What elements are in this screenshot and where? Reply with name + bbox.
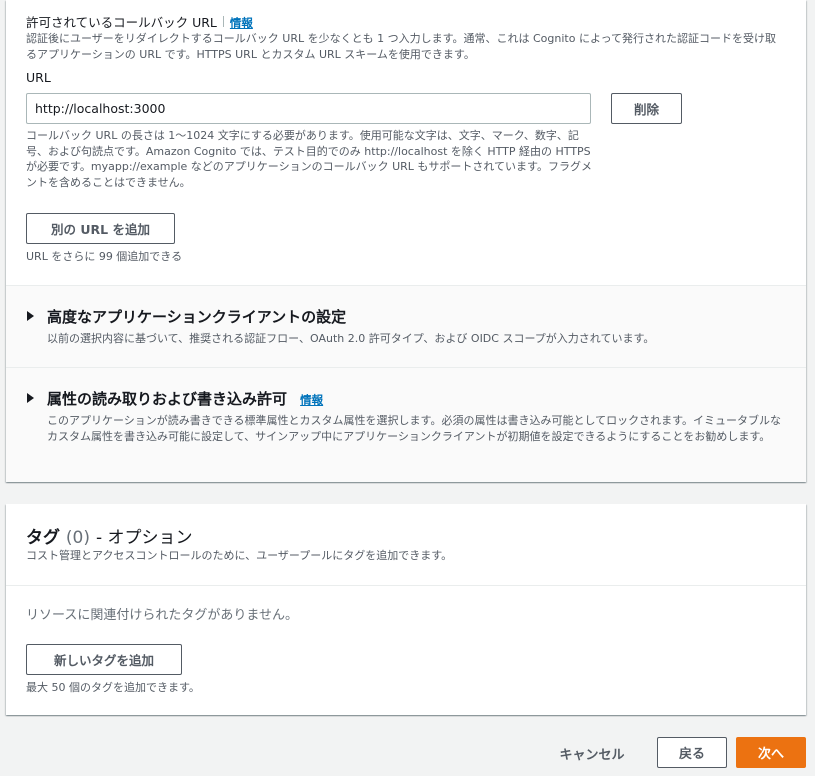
callback-url-constraint: コールバック URL の長さは 1～1024 文字にする必要があります。使用可能… [26, 129, 592, 189]
attribute-info-link[interactable]: 情報 [300, 393, 323, 407]
tags-heading: タグ (0) - オプション [26, 523, 192, 548]
cancel-button[interactable]: キャンセル [550, 742, 634, 764]
tags-count: (0) [65, 528, 91, 548]
advanced-settings-toggle[interactable]: 高度なアプリケーションクライアントの設定 [47, 306, 346, 327]
advanced-settings-description: 以前の選択内容に基づいて、推奨される認証フロー、OAuth 2.0 許可タイプ、… [47, 332, 655, 345]
tags-title: タグ [26, 528, 60, 548]
tags-description: コスト管理とアクセスコントロールのために、ユーザープールにタグを追加できます。 [26, 549, 453, 562]
tags-card: タグ (0) - オプション コスト管理とアクセスコントロールのために、ユーザー… [6, 504, 806, 715]
callback-url-input[interactable] [26, 93, 591, 124]
expand-caret-icon[interactable] [27, 311, 34, 321]
tags-optional: - オプション [95, 528, 193, 548]
add-url-button[interactable]: 別の URL を追加 [26, 213, 175, 244]
callback-url-title: 許可されているコールバック URL [26, 15, 217, 30]
tags-limit-note: 最大 50 個のタグを追加できます。 [26, 681, 200, 694]
attribute-permissions-toggle[interactable]: 属性の読み取りおよび書き込み許可 [47, 390, 287, 408]
next-button[interactable]: 次へ [736, 737, 806, 768]
callback-url-description: 認証後にユーザーをリダイレクトするコールバック URL を少なくとも 1 つ入力… [26, 32, 777, 61]
app-client-settings-card: 許可されているコールバック URL 情報 認証後にユーザーをリダイレクトするコール… [6, 0, 806, 482]
divider [6, 585, 806, 586]
header-divider [222, 16, 224, 27]
remaining-url-count: URL をさらに 99 個追加できる [26, 250, 183, 263]
attribute-permissions-description: このアプリケーションが読み書きできる標準属性とカスタム属性を選択します。必須の属… [47, 414, 782, 443]
add-tag-button[interactable]: 新しいタグを追加 [26, 644, 182, 675]
callback-url-header: 許可されているコールバック URL 情報 [26, 12, 253, 31]
tags-empty-message: リソースに関連付けられたタグがありません。 [26, 608, 298, 623]
url-field-label: URL [26, 70, 51, 85]
expand-caret-icon[interactable] [27, 393, 34, 403]
advanced-settings-section: 高度なアプリケーションクライアントの設定 以前の選択内容に基づいて、推奨される認… [6, 286, 806, 367]
back-button[interactable]: 戻る [657, 737, 727, 768]
attribute-permissions-header: 属性の読み取りおよび書き込み許可 情報 [47, 388, 323, 409]
attribute-permissions-section: 属性の読み取りおよび書き込み許可 情報 このアプリケーションが読み書きできる標準… [6, 368, 806, 482]
callback-info-link[interactable]: 情報 [230, 16, 253, 30]
delete-url-button[interactable]: 削除 [611, 93, 682, 124]
